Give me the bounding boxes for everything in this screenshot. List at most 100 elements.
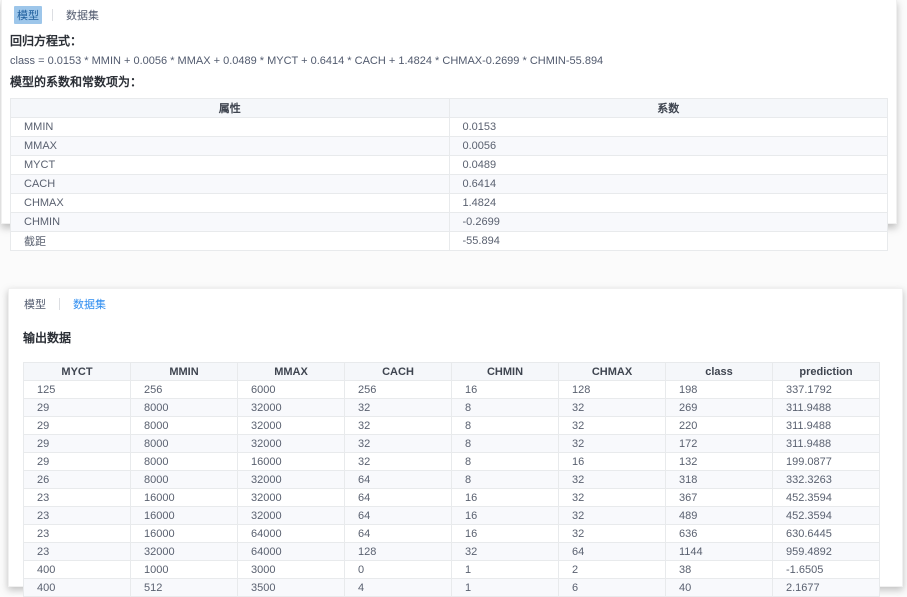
table-cell: 8	[452, 417, 559, 435]
tab-divider	[59, 298, 60, 310]
table-cell: 0.0056	[449, 137, 888, 156]
table-cell: 311.9488	[773, 417, 880, 435]
model-result-panel: 模型 数据集 回归方程式： class = 0.0153 * MMIN + 0.…	[1, 0, 897, 224]
table-cell: 32	[559, 471, 666, 489]
table-cell: 32	[559, 507, 666, 525]
table-cell: 8	[452, 399, 559, 417]
table-cell: 16	[452, 381, 559, 399]
column-header: MMAX	[238, 363, 345, 381]
column-header: CHMIN	[452, 363, 559, 381]
model-panel-tabs: 模型 数据集	[2, 0, 896, 28]
table-row: 2980001600032816132199.0877	[24, 453, 880, 471]
column-header: CHMAX	[559, 363, 666, 381]
table-cell: 64	[345, 489, 452, 507]
table-cell: 4	[345, 579, 452, 597]
column-header: MMIN	[131, 363, 238, 381]
table-cell: 29	[24, 417, 131, 435]
table-row: 2980003200032832269311.9488	[24, 399, 880, 417]
table-cell: 64	[345, 507, 452, 525]
table-cell: 40	[666, 579, 773, 597]
table-cell: 367	[666, 489, 773, 507]
tab-model[interactable]: 模型	[21, 295, 49, 313]
table-cell: 32	[559, 489, 666, 507]
coefficients-table: 属性系数MMIN0.0153MMAX0.0056MYCT0.0489CACH0.…	[10, 98, 888, 251]
table-cell: 23	[24, 489, 131, 507]
table-row: 23320006400012832641144959.4892	[24, 543, 880, 561]
table-cell: 959.4892	[773, 543, 880, 561]
column-header: prediction	[773, 363, 880, 381]
table-cell: CACH	[11, 175, 450, 194]
tab-dataset[interactable]: 数据集	[70, 295, 109, 313]
table-row: 125256600025616128198337.1792	[24, 381, 880, 399]
table-row: MMIN0.0153	[11, 118, 888, 137]
table-cell: 400	[24, 561, 131, 579]
table-row: CACH0.6414	[11, 175, 888, 194]
coefficients-heading: 模型的系数和常数项为：	[2, 69, 896, 92]
table-cell: 6	[559, 579, 666, 597]
table-cell: 38	[666, 561, 773, 579]
table-row: 2980003200032832172311.9488	[24, 435, 880, 453]
table-cell: 8000	[131, 453, 238, 471]
table-cell: 0.0153	[449, 118, 888, 137]
table-cell: 0.0489	[449, 156, 888, 175]
tab-divider	[52, 9, 53, 21]
table-row: 截距-55.894	[11, 232, 888, 251]
regression-equation-heading: 回归方程式：	[2, 28, 896, 51]
table-cell: 1000	[131, 561, 238, 579]
table-cell: 64000	[238, 525, 345, 543]
output-data-table: MYCTMMINMMAXCACHCHMINCHMAXclasspredictio…	[23, 362, 880, 597]
table-cell: 16	[559, 453, 666, 471]
table-cell: 32000	[238, 399, 345, 417]
table-row: 231600064000641632636630.6445	[24, 525, 880, 543]
tab-dataset[interactable]: 数据集	[63, 6, 102, 24]
table-cell: 64	[345, 525, 452, 543]
table-cell: 8000	[131, 471, 238, 489]
table-row: 4001000300001238-1.6505	[24, 561, 880, 579]
column-header: class	[666, 363, 773, 381]
table-cell: 636	[666, 525, 773, 543]
table-cell: 198	[666, 381, 773, 399]
table-cell: 1	[452, 561, 559, 579]
table-cell: 269	[666, 399, 773, 417]
table-cell: 32	[345, 399, 452, 417]
table-cell: 29	[24, 453, 131, 471]
table-cell: 32	[345, 435, 452, 453]
tab-model[interactable]: 模型	[14, 6, 42, 24]
table-cell: 199.0877	[773, 453, 880, 471]
table-cell: 23	[24, 507, 131, 525]
column-header: MYCT	[24, 363, 131, 381]
table-cell: 452.3594	[773, 507, 880, 525]
table-cell: 0.6414	[449, 175, 888, 194]
table-cell: 64000	[238, 543, 345, 561]
table-cell: 0	[345, 561, 452, 579]
table-cell: 32000	[238, 435, 345, 453]
table-cell: 332.3263	[773, 471, 880, 489]
table-row: CHMAX1.4824	[11, 194, 888, 213]
table-cell: 512	[131, 579, 238, 597]
table-cell: 630.6445	[773, 525, 880, 543]
table-cell: 8	[452, 453, 559, 471]
table-header-row: MYCTMMINMMAXCACHCHMINCHMAXclasspredictio…	[24, 363, 880, 381]
table-cell: 172	[666, 435, 773, 453]
table-cell: MMAX	[11, 137, 450, 156]
column-header: 属性	[11, 99, 450, 118]
table-cell: 6000	[238, 381, 345, 399]
table-cell: -1.6505	[773, 561, 880, 579]
table-cell: 32000	[238, 471, 345, 489]
column-header: 系数	[449, 99, 888, 118]
table-cell: 1	[452, 579, 559, 597]
table-cell: 400	[24, 579, 131, 597]
table-row: CHMIN-0.2699	[11, 213, 888, 232]
table-cell: 3500	[238, 579, 345, 597]
table-cell: 2.1677	[773, 579, 880, 597]
coefficients-table-wrap: 属性系数MMIN0.0153MMAX0.0056MYCT0.0489CACH0.…	[10, 98, 888, 251]
table-cell: 32	[345, 453, 452, 471]
table-cell: 32	[559, 417, 666, 435]
table-cell: MYCT	[11, 156, 450, 175]
table-cell: 64	[345, 471, 452, 489]
table-cell: -55.894	[449, 232, 888, 251]
table-cell: 8	[452, 471, 559, 489]
table-row: 231600032000641632489452.3594	[24, 507, 880, 525]
table-cell: MMIN	[11, 118, 450, 137]
table-cell: 16000	[131, 525, 238, 543]
